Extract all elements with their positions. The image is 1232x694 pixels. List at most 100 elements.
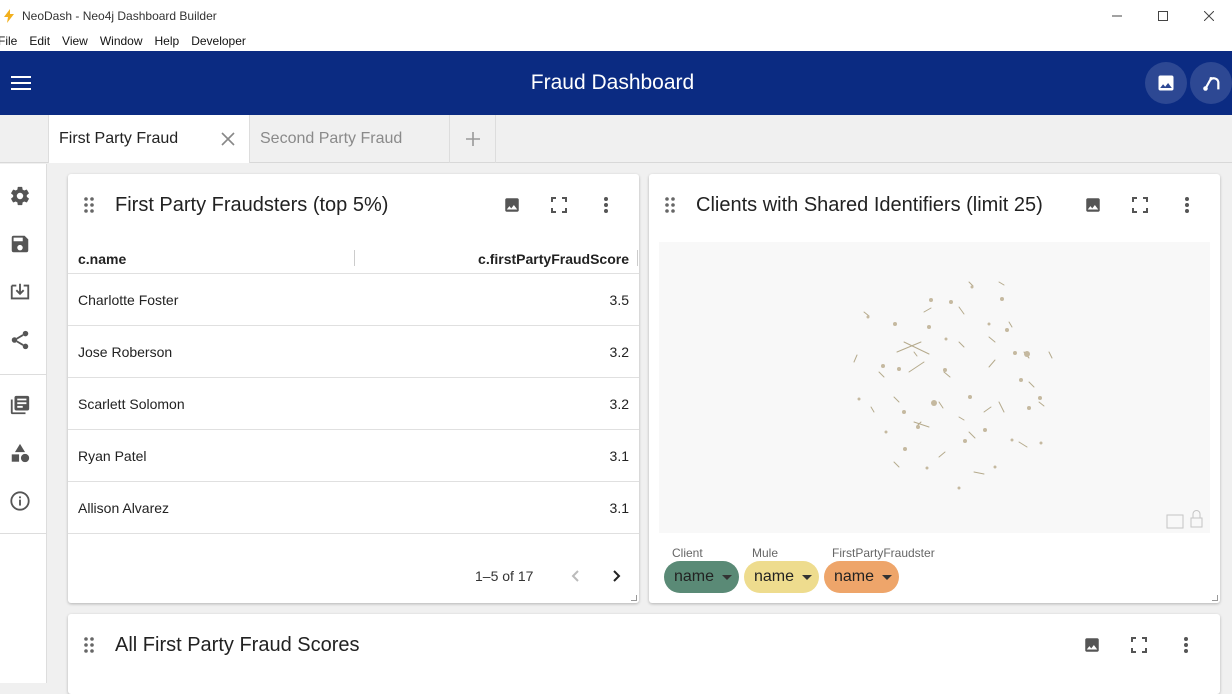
add-page-button[interactable] <box>450 115 496 163</box>
fraudsters-card: First Party Fraudsters (top 5%) c.name c… <box>68 174 639 603</box>
fullscreen-icon <box>1132 197 1148 213</box>
cell-score: 3.1 <box>609 448 629 464</box>
save-icon[interactable] <box>8 232 32 256</box>
more-options-button[interactable] <box>1175 193 1199 217</box>
more-vert-icon <box>604 197 608 213</box>
download-image-button[interactable] <box>500 193 524 217</box>
card-title[interactable]: All First Party Fraud Scores <box>115 634 360 657</box>
close-icon <box>1204 10 1214 21</box>
menu-edit[interactable]: Edit <box>23 34 56 48</box>
app-header: Fraud Dashboard <box>0 51 1232 115</box>
fullscreen-icon <box>551 197 567 213</box>
table-pagination: 1–5 of 17 <box>68 566 639 586</box>
extensions-icon[interactable] <box>8 441 32 465</box>
fullscreen-button[interactable] <box>1127 633 1151 657</box>
image-icon <box>1158 75 1174 91</box>
more-options-button[interactable] <box>594 193 618 217</box>
legend-label: Client <box>672 546 703 560</box>
legend-label: Mule <box>752 546 779 560</box>
fullscreen-button[interactable] <box>547 193 571 217</box>
minimize-icon <box>1112 15 1122 16</box>
card-title[interactable]: Clients with Shared Identifiers (limit 2… <box>696 194 1043 217</box>
menu-file[interactable]: File <box>0 34 23 48</box>
graph-canvas[interactable] <box>659 242 1210 533</box>
menu-developer[interactable]: Developer <box>185 34 252 48</box>
window-controls <box>1094 0 1232 31</box>
chip-label: name <box>834 568 875 585</box>
fullscreen-button[interactable] <box>1128 193 1152 217</box>
column-separator[interactable] <box>637 250 638 266</box>
menu-window[interactable]: Window <box>94 34 149 48</box>
table-row[interactable]: Ryan Patel 3.1 <box>68 430 639 482</box>
chip-label: name <box>754 568 795 585</box>
menu-view[interactable]: View <box>56 34 94 48</box>
card-title[interactable]: First Party Fraudsters (top 5%) <box>115 194 388 217</box>
download-image-button[interactable] <box>1145 62 1187 104</box>
shared-identifiers-card: Clients with Shared Identifiers (limit 2… <box>649 174 1220 603</box>
share-icon[interactable] <box>8 328 32 352</box>
sidebar-divider <box>0 374 47 375</box>
page-tabs: First Party Fraud Second Party Fraud <box>0 115 1232 163</box>
chip-label: name <box>674 568 715 585</box>
column-header-name[interactable]: c.name <box>78 251 126 267</box>
download-image-button[interactable] <box>1081 193 1105 217</box>
graph-controls[interactable] <box>1166 510 1203 529</box>
chevron-right-icon[interactable] <box>606 566 626 586</box>
image-icon <box>1085 638 1099 652</box>
cell-score: 3.1 <box>609 500 629 516</box>
column-header-score[interactable]: c.firstPartyFraudScore <box>478 251 629 267</box>
legend-chip-firstpartyfraudster[interactable]: name <box>824 561 899 593</box>
resize-handle[interactable] <box>1212 595 1218 601</box>
close-tab-icon[interactable] <box>219 130 237 148</box>
table-row[interactable]: Allison Alvarez 3.1 <box>68 482 639 534</box>
tab-first-party-fraud[interactable]: First Party Fraud <box>48 115 249 163</box>
pagination-range: 1–5 of 17 <box>475 568 534 584</box>
menu-help[interactable]: Help <box>149 34 186 48</box>
menu-bar: File Edit View Window Help Developer <box>0 31 1232 51</box>
close-window-button[interactable] <box>1186 0 1232 31</box>
dashboard-title[interactable]: Fraud Dashboard <box>0 71 1225 95</box>
maximize-button[interactable] <box>1140 0 1186 31</box>
graph-visualization[interactable] <box>659 242 1210 533</box>
drag-handle-icon[interactable] <box>664 196 676 214</box>
download-image-button[interactable] <box>1080 633 1104 657</box>
settings-icon[interactable] <box>8 184 32 208</box>
image-icon <box>505 198 519 212</box>
image-icon <box>1086 198 1100 212</box>
fullscreen-icon <box>1131 637 1147 653</box>
dropdown-caret-icon <box>722 574 733 580</box>
resize-handle[interactable] <box>631 595 637 601</box>
drag-handle-icon[interactable] <box>83 196 95 214</box>
drag-handle-icon[interactable] <box>83 636 95 654</box>
window-title-bar: NeoDash - Neo4j Dashboard Builder <box>0 0 1232 31</box>
info-icon[interactable] <box>8 489 32 513</box>
legend-chip-mule[interactable]: name <box>744 561 819 593</box>
legend-chip-client[interactable]: name <box>664 561 739 593</box>
table-row[interactable]: Scarlett Solomon 3.2 <box>68 378 639 430</box>
more-options-button[interactable] <box>1174 633 1198 657</box>
cell-name: Scarlett Solomon <box>78 396 185 412</box>
load-icon[interactable] <box>8 280 32 304</box>
sidebar-divider <box>0 533 47 534</box>
legend-label: FirstPartyFraudster <box>832 546 935 560</box>
cell-score: 3.2 <box>609 344 629 360</box>
cell-score: 3.5 <box>609 292 629 308</box>
tab-label: First Party Fraud <box>59 130 179 147</box>
more-vert-icon <box>1185 197 1189 213</box>
connection-button[interactable] <box>1190 62 1232 104</box>
cell-score: 3.2 <box>609 396 629 412</box>
table-row[interactable]: Charlotte Foster 3.5 <box>68 274 639 326</box>
table-row[interactable]: Jose Roberson 3.2 <box>68 326 639 378</box>
cell-name: Ryan Patel <box>78 448 147 464</box>
chevron-left-icon[interactable] <box>566 566 586 586</box>
column-separator[interactable] <box>354 250 355 266</box>
dropdown-caret-icon <box>882 574 893 580</box>
tab-second-party-fraud[interactable]: Second Party Fraud <box>249 115 450 163</box>
minimize-button[interactable] <box>1094 0 1140 31</box>
cell-name: Charlotte Foster <box>78 292 179 308</box>
more-vert-icon <box>1184 637 1188 653</box>
examples-icon[interactable] <box>8 393 32 417</box>
maximize-icon <box>1158 10 1168 21</box>
table-header: c.name c.firstPartyFraudScore <box>68 242 639 274</box>
fraud-scores-card: All First Party Fraud Scores <box>68 614 1220 694</box>
